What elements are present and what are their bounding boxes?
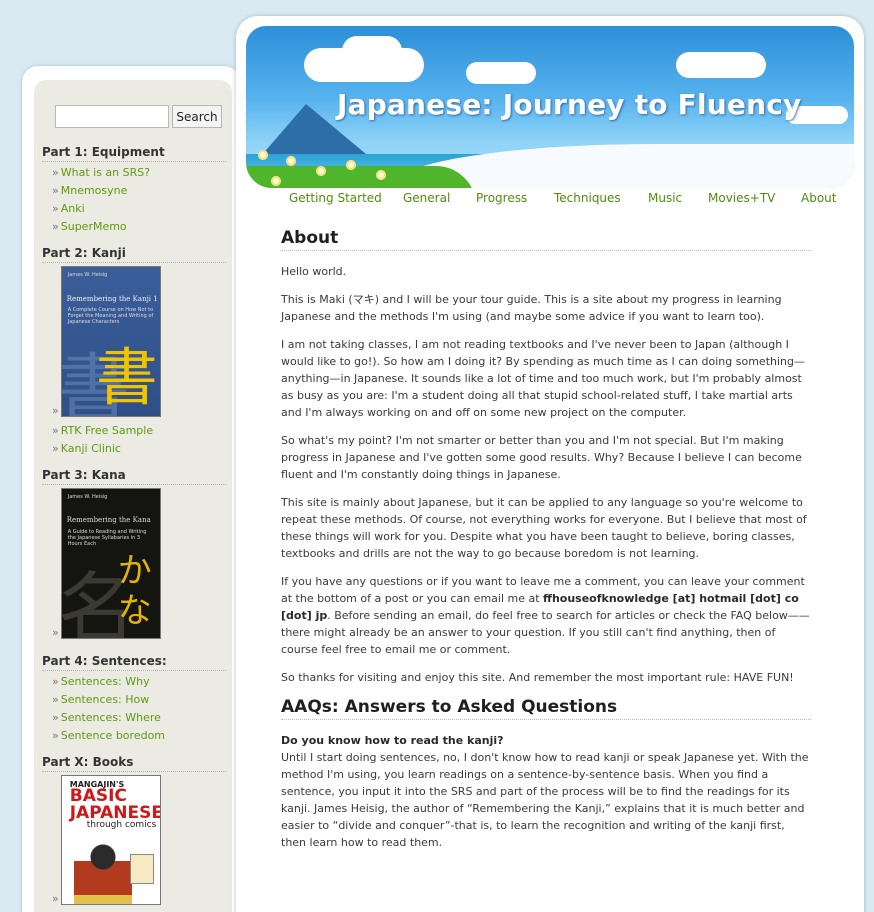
nav-about[interactable]: About (801, 191, 836, 205)
sidebar-list-kanji: » RTK Free Sample » Kanji Clinic (52, 422, 153, 458)
nav-music[interactable]: Music (648, 191, 682, 205)
bullet: » (52, 711, 59, 724)
question: Do you know how to read the kanji? (281, 734, 504, 747)
paragraph: This is Maki (マキ) and I will be your tou… (281, 293, 782, 323)
sidebar-link-kanji-clinic[interactable]: Kanji Clinic (61, 442, 121, 455)
nav-progress[interactable]: Progress (476, 191, 527, 205)
bullet: » (52, 424, 59, 437)
cloud-image (676, 52, 766, 78)
search-button[interactable]: Search (172, 105, 222, 128)
bullet: » (52, 220, 59, 233)
paragraph: This site is mainly about Japanese, but … (281, 496, 807, 560)
answer: Until I start doing sentences, no, I don… (281, 751, 809, 849)
sidebar-heading-equipment: Part 1: Equipment (42, 145, 226, 162)
book-author: James W. Heisig (67, 272, 108, 278)
sidebar-link[interactable]: » What is an SRS? (52, 164, 150, 182)
sidebar-link-sentences-where[interactable]: Sentences: Where (61, 711, 161, 724)
paragraph: I am not taking classes, I am not readin… (281, 338, 805, 419)
bullet: » (52, 675, 59, 688)
sidebar-heading-kanji: Part 2: Kanji (42, 246, 226, 263)
cloud-image (342, 36, 402, 66)
book-cover-basic-japanese[interactable]: MANGAJIN'S BASIC JAPANESE through comics (60, 775, 161, 905)
site-title[interactable]: Japanese: Journey to Fluency (337, 88, 802, 121)
search-input[interactable] (55, 105, 169, 128)
sidebar-heading-sentences: Part 4: Sentences: (42, 654, 226, 671)
sidebar-link-rtk-sample[interactable]: RTK Free Sample (61, 424, 153, 437)
sidebar-link[interactable]: » Sentences: Where (52, 709, 165, 727)
bullet: » (52, 729, 59, 742)
aaq-heading: AAQs: Answers to Asked Questions (281, 697, 811, 720)
main-nav: Getting Started General Progress Techniq… (0, 191, 874, 209)
sidebar-link[interactable]: » RTK Free Sample (52, 422, 153, 440)
sidebar-link[interactable]: » SuperMemo (52, 218, 150, 236)
about-heading: About (281, 228, 811, 251)
book-cover-remembering-the-kanji[interactable]: James W. Heisig Remembering the Kanji 1 … (60, 266, 161, 417)
sidebar-link[interactable]: » Sentence boredom (52, 727, 165, 745)
manga-figure-image (73, 836, 132, 904)
book-subtitle: A Guide to Reading and Writing the Japan… (67, 529, 147, 547)
nav-movies-tv[interactable]: Movies+TV (708, 191, 775, 205)
nav-techniques[interactable]: Techniques (554, 191, 621, 205)
cloud-image (466, 62, 536, 84)
bullet: » (52, 442, 59, 455)
book-cover-remembering-the-kana[interactable]: James W. Heisig Remembering the Kana A G… (60, 488, 161, 639)
contact-paragraph: If you have any questions or if you want… (281, 573, 811, 658)
book-title: Remembering the Kana (66, 516, 151, 524)
sidebar-heading-kana: Part 3: Kana (42, 468, 226, 485)
search-bar: Search (55, 105, 222, 128)
sidebar-link[interactable]: » Kanji Clinic (52, 440, 153, 458)
book-link-manga[interactable]: » MANGAJIN'S BASIC JAPANESE through comi… (52, 775, 161, 905)
sidebar-link-sentence-boredom[interactable]: Sentence boredom (61, 729, 165, 742)
bullet: » (52, 404, 59, 417)
nav-general[interactable]: General (403, 191, 450, 205)
bullet: » (52, 166, 59, 179)
book-title: BASIC JAPANESE (69, 786, 161, 823)
book-link-kana[interactable]: » James W. Heisig Remembering the Kana A… (52, 488, 161, 639)
flower-image (316, 166, 326, 176)
sidebar-link-sentences-how[interactable]: Sentences: How (61, 693, 150, 706)
book-subtitle: through comics (86, 820, 157, 830)
paragraph: So thanks for visiting and enjoy this si… (281, 671, 794, 684)
flower-image (376, 170, 386, 180)
paragraph: Hello world. (281, 265, 347, 278)
main-content: About Hello world. This is Maki (マキ) and… (281, 228, 811, 862)
bullet: » (52, 693, 59, 706)
book-subtitle: A Complete Course on How Not to Forget t… (67, 307, 154, 325)
flower-image (286, 156, 296, 166)
sidebar-link-supermemo[interactable]: SuperMemo (61, 220, 127, 233)
paragraph: So what's my point? I'm not smarter or b… (281, 434, 802, 481)
book-title: Remembering the Kanji 1 (66, 295, 158, 303)
flower-image (346, 160, 356, 170)
sidebar-link[interactable]: » Sentences: Why (52, 673, 165, 691)
nav-getting-started[interactable]: Getting Started (289, 191, 382, 205)
sidebar-link[interactable]: » Sentences: How (52, 691, 165, 709)
flower-image (258, 150, 268, 160)
sidebar-list-sentences: » Sentences: Why » Sentences: How » Sentenc… (52, 673, 165, 745)
sidebar-link-sentences-why[interactable]: Sentences: Why (61, 675, 150, 688)
contact-text: . Before sending an email, do feel free … (281, 609, 810, 656)
grass-image (246, 166, 476, 188)
mini-book-image (129, 854, 154, 884)
sidebar-heading-books: Part X: Books (42, 755, 226, 772)
book-link-kanji[interactable]: » James W. Heisig Remembering the Kanji … (52, 266, 161, 417)
book-author: James W. Heisig (67, 494, 108, 500)
sidebar-link-srs[interactable]: What is an SRS? (61, 166, 150, 179)
bullet: » (52, 626, 59, 639)
book-glyph: かな (117, 551, 152, 631)
book-glyph: 書 (95, 341, 158, 414)
flower-image (271, 176, 281, 186)
bullet: » (52, 892, 59, 905)
